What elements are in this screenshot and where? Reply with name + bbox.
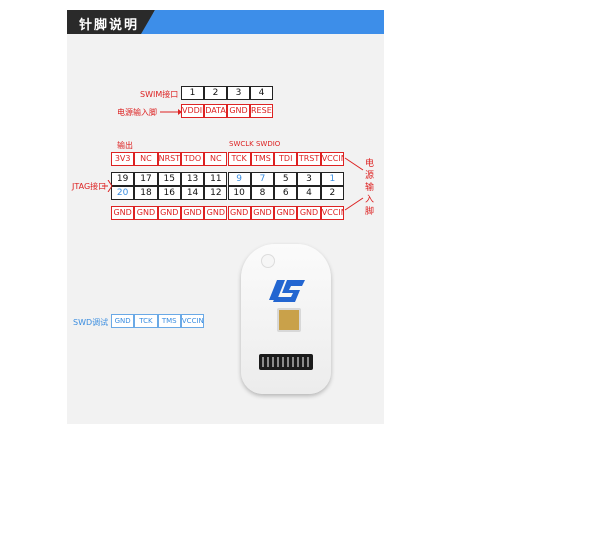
jtag-pin-number: 12: [204, 186, 228, 200]
swim-pin-number: 2: [204, 86, 227, 100]
swim-signal: VDDIN: [181, 104, 204, 118]
jtag-signal: TDI: [274, 152, 298, 166]
swim-interface-label: SWIM接口: [140, 90, 179, 99]
jtag-signal: TRST: [297, 152, 321, 166]
led-indicator: [261, 254, 275, 268]
debugger-device-image: [241, 244, 331, 394]
header-blue-band: [141, 10, 384, 34]
swd-signal: TCK: [134, 314, 158, 328]
jtag-pin-number: 19: [111, 172, 135, 186]
jtag-pin-number: 5: [274, 172, 298, 186]
jtag-signal: GND: [227, 206, 251, 220]
swd-pin-label: SWCLK SWDIO: [229, 140, 281, 148]
jtag-pin-number: 10: [227, 186, 251, 200]
jtag-pin-number: 20: [111, 186, 135, 200]
jtag-signal: GND: [157, 206, 181, 220]
jtag-pin-number: 14: [180, 186, 205, 200]
jtag-signal: VCCIN: [320, 206, 344, 220]
swd-signal: TMS: [157, 314, 181, 328]
jtag-pin-number: 16: [157, 186, 181, 200]
jtag-signal: TDO: [180, 152, 205, 166]
power-input-char: 脚: [365, 207, 375, 217]
swim-signal: GND: [227, 104, 250, 118]
swd-signal: VCCIN: [180, 314, 205, 328]
jtag-pin-number: 4: [297, 186, 321, 200]
swim-signal: RESET: [250, 104, 273, 118]
jtag-pin-number: 6: [274, 186, 298, 200]
jtag-pin-number: 13: [180, 172, 205, 186]
swim-pin-number: 4: [250, 86, 273, 100]
section-title: 针脚说明: [79, 18, 140, 33]
power-input-arrows: [344, 157, 364, 211]
jtag-bracket-icon: [102, 180, 113, 192]
jtag-pin-number: 17: [134, 172, 158, 186]
jtag-signal: GND: [274, 206, 298, 220]
jtag-signal: GND: [297, 206, 321, 220]
jtag-signal: GND: [180, 206, 205, 220]
jtag-pin-number: 7: [250, 172, 275, 186]
jtag-signal: TMS: [250, 152, 275, 166]
swim-pin-number: 3: [227, 86, 250, 100]
swim-power-arrow: [160, 109, 182, 115]
jtag-signal: NC: [134, 152, 158, 166]
swd-signal: GND: [111, 314, 135, 328]
output-label: 输出: [117, 141, 133, 150]
device-connector: [259, 354, 313, 370]
jtag-signal: TCK: [227, 152, 251, 166]
swim-signal: DATA: [204, 104, 227, 118]
jtag-signal: GND: [250, 206, 275, 220]
device-window: [277, 308, 301, 332]
swim-power-label: 电源输入脚: [117, 108, 157, 117]
jtag-pin-number: 18: [134, 186, 158, 200]
jtag-pin-number: 9: [227, 172, 251, 186]
swim-pin-number: 1: [181, 86, 204, 100]
jtag-signal: GND: [134, 206, 158, 220]
jtag-signal: NRST: [157, 152, 181, 166]
jtag-signal: GND: [204, 206, 228, 220]
jtag-signal: VCCIN: [320, 152, 344, 166]
jtag-pin-number: 2: [320, 186, 344, 200]
jtag-pin-number: 15: [157, 172, 181, 186]
jtag-pin-number: 11: [204, 172, 228, 186]
jtag-signal: NC: [204, 152, 228, 166]
ls-logo-icon: [269, 280, 305, 302]
swd-debug-label: SWD调试: [73, 318, 109, 327]
section-header: 针脚说明: [67, 10, 384, 34]
jtag-pin-number: 3: [297, 172, 321, 186]
jtag-signal: 3V3: [111, 152, 135, 166]
jtag-pin-number: 8: [250, 186, 275, 200]
jtag-pin-number: 1: [320, 172, 344, 186]
jtag-signal: GND: [111, 206, 135, 220]
